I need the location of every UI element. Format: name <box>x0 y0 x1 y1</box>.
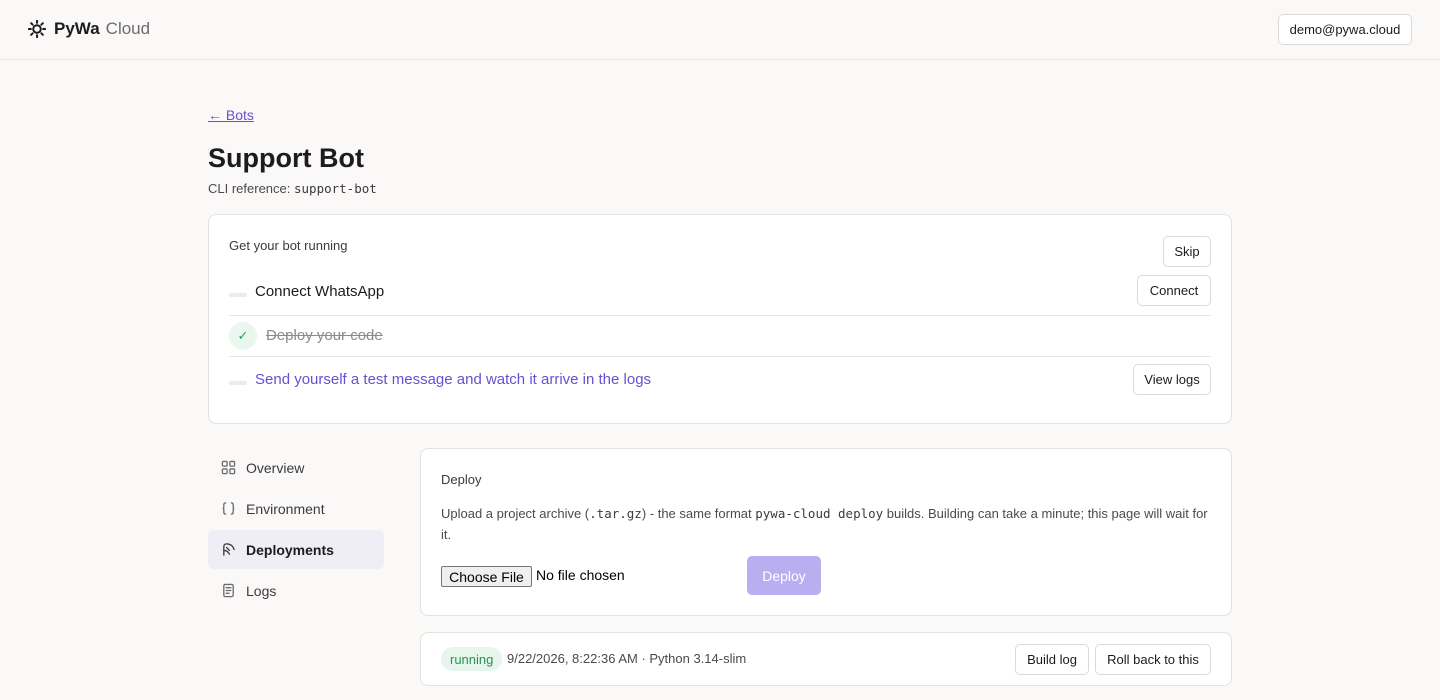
back-to-bots-link[interactable]: ← Bots <box>208 107 254 123</box>
onboarding-step-connect: Connect WhatsApp Connect <box>229 275 1211 316</box>
file-status-text: No file chosen <box>536 567 625 583</box>
user-menu-button[interactable]: demo@pywa.cloud <box>1278 14 1412 45</box>
deployment-row: running 9/22/2026, 8:22:36 AM · Python 3… <box>420 632 1232 686</box>
brand-sub: Cloud <box>105 19 151 38</box>
document-icon <box>220 583 236 599</box>
grid-icon <box>220 460 236 476</box>
status-badge: running <box>441 647 503 671</box>
step-label: Connect WhatsApp <box>255 283 385 300</box>
sidebar-item-label: Logs <box>246 582 277 599</box>
choose-file-button[interactable]: Choose File <box>441 566 532 587</box>
onboarding-step-test-message: Send yourself a test message and watch i… <box>229 357 1211 407</box>
onboarding-title: Get your bot running <box>229 238 348 253</box>
step-label[interactable]: Send yourself a test message and watch i… <box>255 371 651 388</box>
deploy-description-text: ) - the same format <box>641 506 756 521</box>
sidebar-item-overview[interactable]: Overview <box>208 448 384 487</box>
sidebar-item-deployments[interactable]: Deployments <box>208 530 384 569</box>
brand-name: PyWa <box>54 19 100 38</box>
sun-logo-icon <box>28 20 46 38</box>
sidebar-item-logs[interactable]: Logs <box>208 571 384 610</box>
cli-reference-label: CLI reference: <box>208 181 291 196</box>
braces-icon <box>220 501 236 517</box>
connect-button[interactable]: Connect <box>1137 275 1211 306</box>
deploy-title: Deploy <box>441 472 482 487</box>
sidebar-item-label: Environment <box>246 500 325 517</box>
deploy-description-text: Upload a project archive ( <box>441 506 590 521</box>
cli-reference-value: support-bot <box>294 181 377 196</box>
onboarding-card: Get your bot running Skip Connect WhatsA… <box>208 214 1232 424</box>
page-title: Support Bot <box>208 143 364 173</box>
deploy-command-code: pywa-cloud deploy <box>755 506 884 521</box>
deploy-card: Deploy Upload a project archive (.tar.gz… <box>420 448 1232 616</box>
pending-dash-icon <box>229 381 247 385</box>
sidebar-item-label: Overview <box>246 459 305 476</box>
onboarding-step-deploy: ✓ Deploy your code <box>229 316 1211 357</box>
brand[interactable]: PyWa Cloud <box>28 19 150 39</box>
deploy-button[interactable]: Deploy <box>747 556 821 595</box>
roll-back-button[interactable]: Roll back to this <box>1095 644 1211 675</box>
deployment-meta: 9/22/2026, 8:22:36 AM · Python 3.14-slim <box>507 651 747 666</box>
sidebar-item-label: Deployments <box>246 541 334 558</box>
skip-button[interactable]: Skip <box>1163 236 1211 267</box>
step-label: Deploy your code <box>266 327 383 344</box>
deploy-description: Upload a project archive (.tar.gz) - the… <box>441 503 1211 545</box>
build-log-button[interactable]: Build log <box>1015 644 1089 675</box>
pending-dash-icon <box>229 293 247 297</box>
cli-reference: CLI reference: support-bot <box>208 181 377 196</box>
sidebar-item-environment[interactable]: Environment <box>208 489 384 528</box>
view-logs-button[interactable]: View logs <box>1133 364 1211 395</box>
archive-format-code: .tar.gz <box>589 506 642 521</box>
check-icon: ✓ <box>229 322 257 350</box>
top-bar: PyWa Cloud demo@pywa.cloud <box>0 0 1440 60</box>
rocket-icon <box>220 542 236 558</box>
